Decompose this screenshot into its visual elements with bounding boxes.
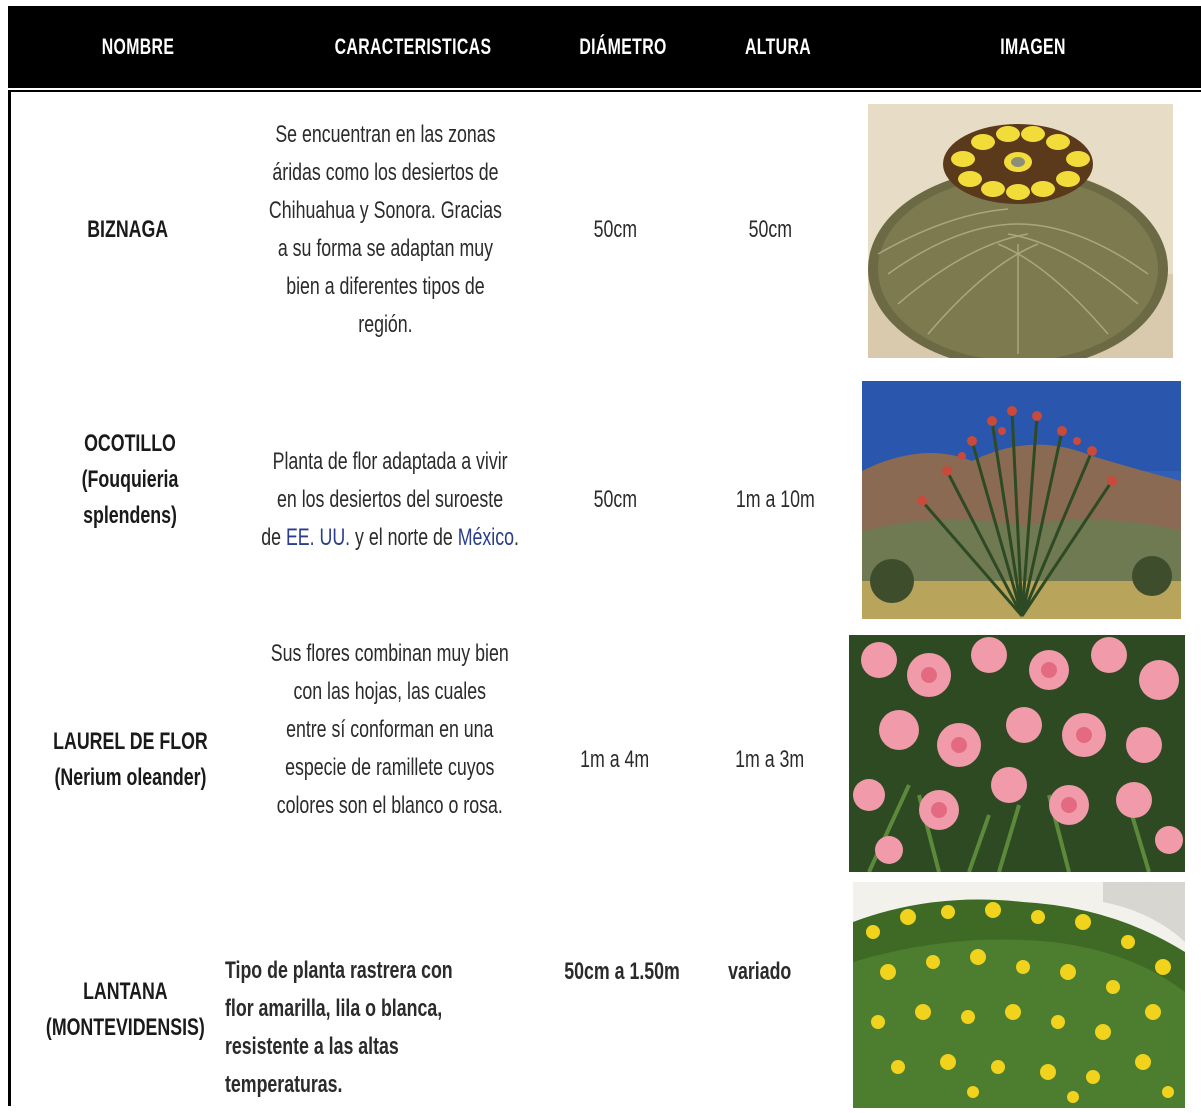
plant-height: 50cm xyxy=(748,216,792,243)
plant-height: 1m a 3m xyxy=(735,746,805,773)
plant-description: Sus flores combinan muy bien con las hoj… xyxy=(271,640,509,819)
plant-height: variado xyxy=(728,958,792,985)
plant-name: OCOTILLO (Fouquieria splendens) xyxy=(81,430,179,529)
header-imagen: IMAGEN xyxy=(1000,34,1066,59)
ocotillo-image xyxy=(862,381,1181,619)
header-caracteristicas: CARACTERISTICAS xyxy=(334,34,492,59)
link-ee-uu[interactable]: EE. UU. xyxy=(286,524,350,551)
plant-name: LANTANA (MONTEVIDENSIS) xyxy=(45,978,205,1041)
plant-diameter: 50cm xyxy=(593,216,637,243)
plant-diameter: 1m a 4m xyxy=(580,746,650,773)
header-altura: ALTURA xyxy=(744,34,812,59)
plant-diameter: 50cm xyxy=(593,486,637,513)
plant-name: BIZNAGA xyxy=(87,216,168,243)
plant-description: Se encuentran en las zonas áridas como l… xyxy=(268,121,502,338)
plant-height: 1m a 10m xyxy=(735,486,815,513)
oleander-image xyxy=(849,635,1185,872)
plant-description: Tipo de planta rastrera con flor amarill… xyxy=(225,957,453,1098)
header-nombre: NOMBRE xyxy=(101,34,175,59)
cactus-image xyxy=(868,104,1173,358)
plant-diameter: 50cm a 1.50m xyxy=(564,958,681,985)
header-diametro: DIÁMETRO xyxy=(579,34,667,59)
lantana-image xyxy=(853,882,1185,1108)
plant-name: LAUREL DE FLOR (Nerium oleander) xyxy=(52,728,208,791)
plant-description: Planta de flor adaptada a vivir en los d… xyxy=(261,448,519,551)
link-mexico[interactable]: México xyxy=(458,524,514,551)
table-header: NOMBRE CARACTERISTICAS DIÁMETRO ALTURA I… xyxy=(8,6,1201,90)
